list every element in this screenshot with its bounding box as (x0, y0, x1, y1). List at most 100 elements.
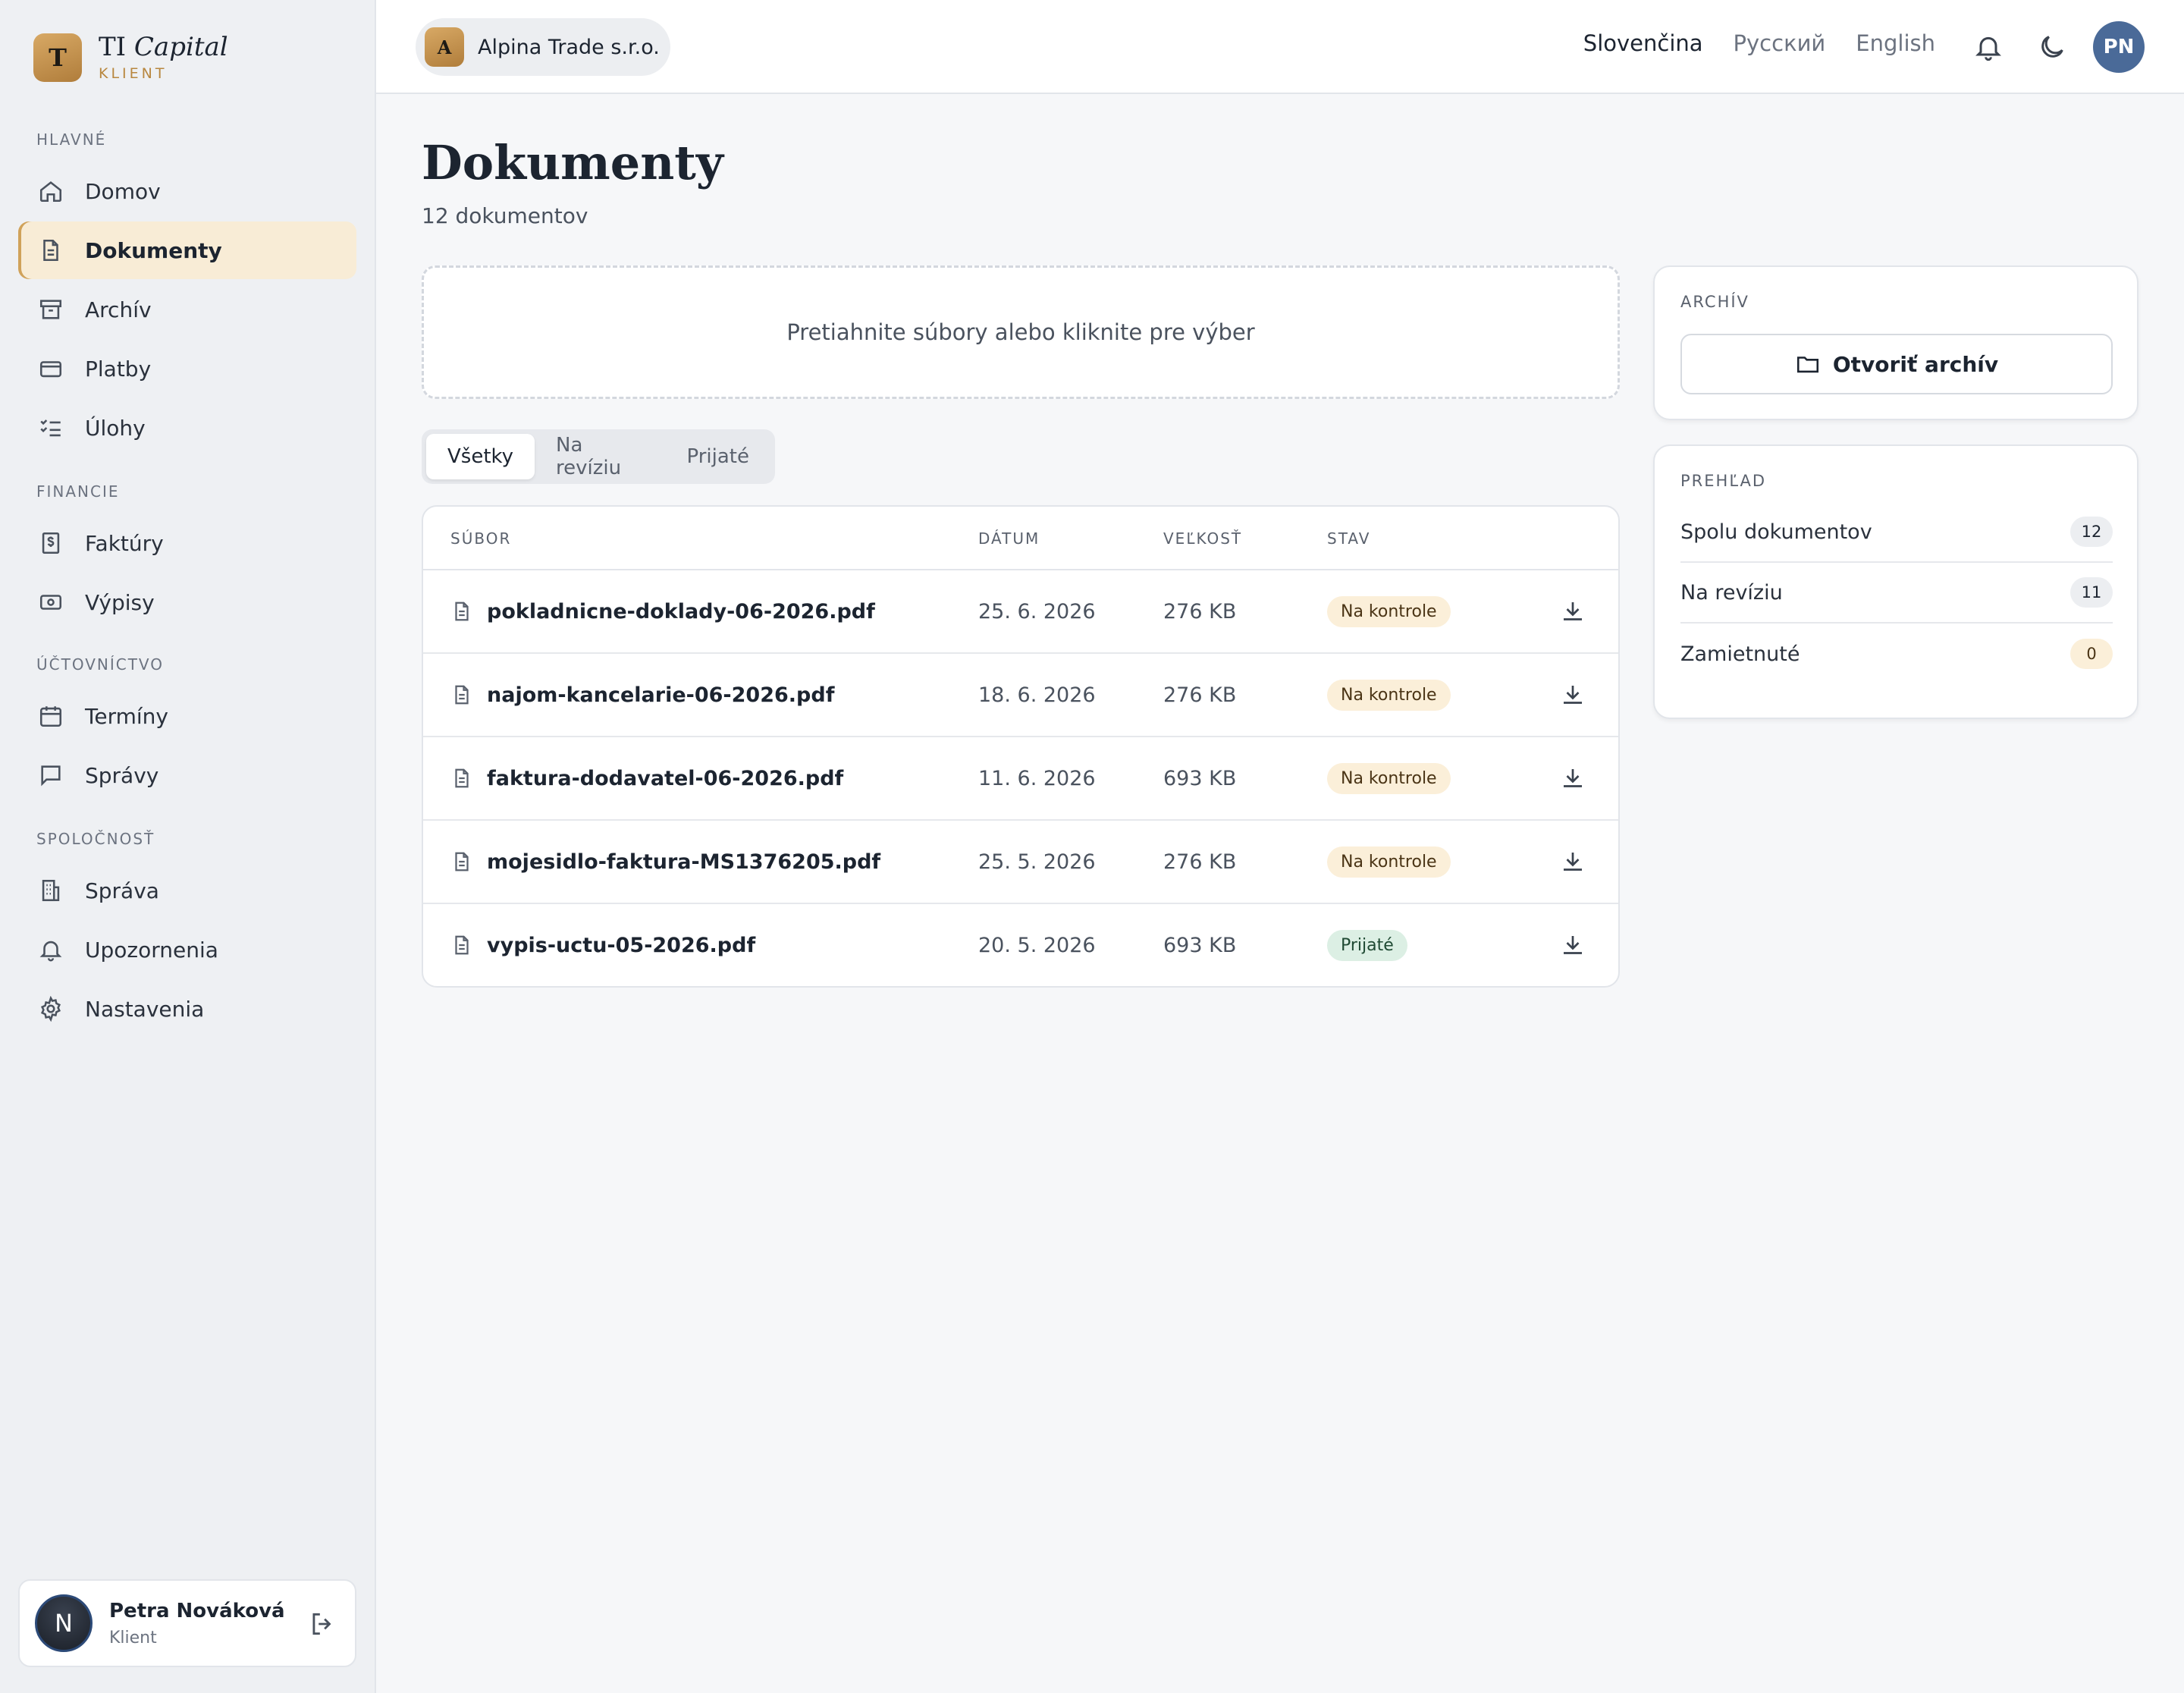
date-cell: 25. 6. 2026 (978, 599, 1096, 623)
tab-all[interactable]: Všetky (426, 434, 535, 479)
table-row[interactable]: faktura-dodavatel-06-2026.pdf 11. 6. 202… (423, 737, 1618, 821)
table-row[interactable]: pokladnicne-doklady-06-2026.pdf 25. 6. 2… (423, 570, 1618, 654)
status-cell: Na kontrole (1327, 821, 1451, 903)
table-row[interactable]: vypis-uctu-05-2026.pdf 20. 5. 2026 693 K… (423, 904, 1618, 986)
avatar[interactable]: PN (2093, 21, 2145, 73)
sidebar-item-archive[interactable]: Archív (18, 281, 356, 338)
sidebar-item-label: Nastavenia (85, 996, 205, 1022)
stat-label: Zamietnuté (1680, 642, 1800, 666)
stat-row-total: Spolu dokumentov 12 (1680, 502, 2113, 563)
user-role: Klient (109, 1628, 157, 1647)
panel-title: ARCHÍV (1680, 293, 1749, 311)
company-name: Alpina Trade s.r.o. (478, 35, 660, 59)
page-title: Dokumenty (422, 135, 723, 190)
folder-icon (1796, 357, 1818, 373)
sidebar-item-notifications[interactable]: Upozornenia (18, 921, 356, 978)
table-row[interactable]: mojesidlo-faktura-MS1376205.pdf 25. 5. 2… (423, 821, 1618, 904)
stat-label: Na revíziu (1680, 580, 1783, 605)
tab-accepted[interactable]: Prijaté (666, 434, 770, 479)
status-badge: Prijaté (1327, 929, 1407, 961)
column-header-size[interactable]: VEĽKOSŤ (1163, 529, 1242, 548)
building-icon (38, 878, 64, 903)
sidebar-item-label: Platby (85, 356, 152, 382)
brand-logo: T (33, 33, 82, 82)
topbar: A Alpina Trade s.r.o. Slovenčina Русский… (376, 0, 2184, 94)
brand-name-italic: Capital (133, 32, 228, 63)
open-archive-button[interactable]: Otvoriť archív (1680, 334, 2113, 394)
column-header-date[interactable]: DÁTUM (978, 529, 1040, 548)
page-subtitle: 12 dokumentov (422, 203, 588, 228)
document-icon (450, 683, 473, 706)
sidebar-item-messages[interactable]: Správy (18, 746, 356, 804)
sidebar-item-label: Výpisy (85, 589, 155, 615)
file-dropzone[interactable]: Pretiahnite súbory alebo kliknite pre vý… (422, 265, 1620, 399)
archive-panel: ARCHÍV Otvoriť archív (1653, 265, 2138, 420)
brand-subtitle: KLIENT (99, 64, 168, 82)
file-cell: pokladnicne-doklady-06-2026.pdf (450, 570, 875, 652)
sidebar-item-label: Faktúry (85, 530, 164, 556)
file-name[interactable]: pokladnicne-doklady-06-2026.pdf (487, 600, 875, 623)
download-icon[interactable] (1559, 737, 1586, 819)
status-cell: Prijaté (1327, 904, 1407, 986)
brand-name-plain: TI (99, 32, 127, 63)
tab-for-review[interactable]: Na revíziu (535, 434, 665, 479)
sidebar-item-management[interactable]: Správa (18, 862, 356, 919)
column-header-status[interactable]: STAV (1327, 529, 1370, 548)
app-root: T TI Capital KLIENT HLAVNÉ Domov Dokumen… (0, 0, 2184, 1693)
date-cell: 25. 5. 2026 (978, 850, 1096, 874)
download-icon[interactable] (1559, 821, 1586, 903)
sidebar-item-label: Domov (85, 178, 161, 204)
bell-icon[interactable] (1973, 32, 2004, 62)
size-cell: 276 KB (1163, 599, 1237, 623)
stat-count-badge: 11 (2070, 577, 2113, 608)
moon-icon[interactable] (2037, 32, 2067, 62)
sidebar-item-statements[interactable]: Výpisy (18, 573, 356, 631)
language-option-sk[interactable]: Slovenčina (1583, 30, 1703, 56)
sidebar-item-documents[interactable]: Dokumenty (18, 221, 356, 279)
home-icon (38, 178, 64, 204)
sidebar-item-payments[interactable]: Platby (18, 340, 356, 397)
sidebar-item-invoices[interactable]: Faktúry (18, 514, 356, 572)
download-icon[interactable] (1559, 570, 1586, 652)
size-cell: 693 KB (1163, 766, 1237, 790)
open-archive-label: Otvoriť archív (1832, 351, 1999, 377)
language-option-ru[interactable]: Русский (1734, 30, 1826, 56)
brand-name: TI Capital (99, 33, 228, 61)
company-switcher[interactable]: A Alpina Trade s.r.o. (416, 18, 670, 76)
gear-icon (38, 996, 64, 1022)
bell-icon (38, 937, 64, 963)
brand[interactable]: T TI Capital KLIENT (33, 33, 228, 82)
download-icon[interactable] (1559, 904, 1586, 986)
file-cell: mojesidlo-faktura-MS1376205.pdf (450, 821, 880, 903)
document-icon (38, 237, 64, 263)
logout-icon[interactable] (308, 1610, 337, 1638)
column-header-file[interactable]: SÚBOR (450, 529, 511, 548)
language-switcher: Slovenčina Русский English (1553, 30, 1935, 56)
file-name[interactable]: vypis-uctu-05-2026.pdf (487, 934, 755, 957)
file-name[interactable]: najom-kancelarie-06-2026.pdf (487, 683, 834, 707)
table-row[interactable]: najom-kancelarie-06-2026.pdf 18. 6. 2026… (423, 654, 1618, 737)
size-cell: 693 KB (1163, 933, 1237, 957)
nav-section-title-main: HLAVNÉ (36, 130, 107, 149)
archive-icon (38, 297, 64, 322)
sidebar-item-label: Správy (85, 762, 159, 788)
overview-panel: PREHĽAD Spolu dokumentov 12 Na revíziu 1… (1653, 444, 2138, 719)
status-cell: Na kontrole (1327, 570, 1451, 652)
nav-section-title-finance: FINANCIE (36, 482, 120, 501)
size-cell: 276 KB (1163, 850, 1237, 874)
date-cell: 18. 6. 2026 (978, 683, 1096, 707)
file-name[interactable]: faktura-dodavatel-06-2026.pdf (487, 767, 843, 790)
sidebar-item-settings[interactable]: Nastavenia (18, 980, 356, 1038)
language-option-en[interactable]: English (1856, 30, 1935, 56)
user-card[interactable]: N Petra Nováková Klient (18, 1579, 356, 1667)
sidebar-item-deadlines[interactable]: Termíny (18, 687, 356, 745)
file-cell: najom-kancelarie-06-2026.pdf (450, 654, 834, 736)
sidebar-item-home[interactable]: Domov (18, 162, 356, 220)
status-cell: Na kontrole (1327, 654, 1451, 736)
panel-title: PREHĽAD (1680, 472, 1767, 490)
download-icon[interactable] (1559, 654, 1586, 736)
stat-label: Spolu dokumentov (1680, 520, 1872, 544)
file-name[interactable]: mojesidlo-faktura-MS1376205.pdf (487, 850, 880, 874)
sidebar-item-tasks[interactable]: Úlohy (18, 399, 356, 457)
sidebar: T TI Capital KLIENT HLAVNÉ Domov Dokumen… (0, 0, 376, 1693)
